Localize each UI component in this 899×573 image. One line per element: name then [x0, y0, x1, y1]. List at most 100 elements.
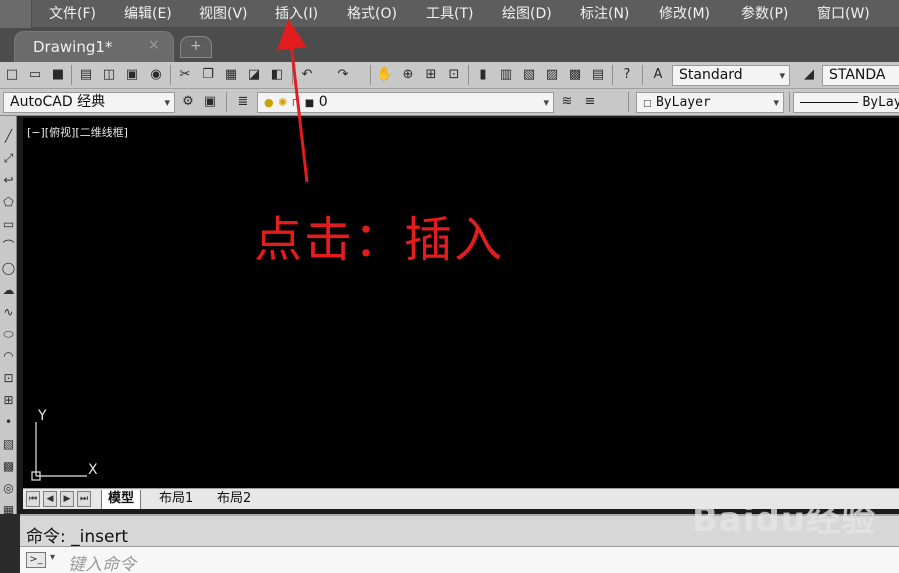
chevron-down-icon: ▾	[779, 69, 785, 82]
plot-preview-icon[interactable]: ◫	[100, 66, 118, 84]
app-menu-corner[interactable]	[0, 0, 32, 28]
redo-icon[interactable]: ↷	[334, 66, 352, 84]
chevron-down-icon[interactable]: ▾	[50, 552, 55, 563]
tab-layout1[interactable]: 布局1	[153, 490, 199, 509]
last-layout-icon[interactable]: ⏭	[77, 491, 91, 507]
rectangle-icon[interactable]: ▭	[0, 214, 17, 234]
menu-dimension[interactable]: 标注(N)	[580, 4, 629, 24]
tool-palettes-icon[interactable]: ▧	[520, 66, 538, 84]
draw-toolbar: ╱ ⤢ ↩ ⬠ ▭ ⌒ ◯ ☁ ∿ ⬭ ◠ ⊡ ⊞ • ▧ ▩ ◎ ▦	[0, 116, 17, 517]
command-history-text: 命令: _insert	[26, 527, 129, 547]
color-select[interactable]: □ ByLayer ▾	[636, 92, 784, 113]
polygon-icon[interactable]: ⬠	[0, 192, 17, 212]
linetype-select[interactable]: ByLay	[793, 92, 899, 113]
chevron-down-icon: ▾	[543, 96, 549, 109]
design-center-icon[interactable]: ▥	[497, 66, 515, 84]
sun-icon: ✺	[278, 96, 288, 109]
layer-previous-icon[interactable]: ≡	[581, 93, 599, 111]
copy-icon[interactable]: ❐	[199, 66, 217, 84]
color-value: ByLayer	[655, 95, 711, 110]
command-line-grip[interactable]	[0, 514, 20, 573]
layers-toolbar: AutoCAD 经典 ▾ ⚙ ▣ ≣ ● ✺ ⊓ ■ 0 ▾ ≋ ≡ □ ByL…	[0, 89, 899, 116]
make-current-layer-icon[interactable]: ≋	[558, 93, 576, 111]
dim-style-icon[interactable]: ◢	[800, 66, 818, 84]
prev-layout-icon[interactable]: ◀	[43, 491, 57, 507]
text-style-select[interactable]: Standard ▾	[672, 65, 790, 86]
block-editor-icon[interactable]: ◧	[268, 66, 286, 84]
text-style-icon[interactable]: A	[649, 66, 667, 84]
next-layout-icon[interactable]: ▶	[60, 491, 74, 507]
layer-properties-icon[interactable]: ≣	[234, 93, 252, 111]
arc-icon[interactable]: ⌒	[0, 236, 17, 256]
new-file-icon[interactable]: □	[3, 66, 21, 84]
tab-model[interactable]: 模型	[101, 490, 142, 509]
properties-icon[interactable]: ▮	[474, 66, 492, 84]
toolbar-divider	[789, 92, 790, 112]
menu-view[interactable]: 视图(V)	[199, 4, 248, 24]
zoom-window-icon[interactable]: ⊞	[422, 66, 440, 84]
tab-layout2[interactable]: 布局2	[211, 490, 257, 509]
help-icon[interactable]: ?	[618, 66, 636, 84]
calculator-icon[interactable]: ▤	[589, 66, 607, 84]
plus-icon: +	[190, 38, 202, 54]
menu-bar: 文件(F) 编辑(E) 视图(V) 插入(I) 格式(O) 工具(T) 绘图(D…	[0, 0, 899, 28]
print-icon[interactable]: ▤	[77, 66, 95, 84]
markup-icon[interactable]: ▩	[566, 66, 584, 84]
workspace-value: AutoCAD 经典	[10, 94, 106, 110]
baidu-watermark-url: jingyan.baidu.com	[690, 531, 820, 547]
polyline-icon[interactable]: ↩	[0, 170, 17, 190]
plot-3d-icon[interactable]: ◉	[147, 66, 165, 84]
ellipse-arc-icon[interactable]: ◠	[0, 346, 17, 366]
zoom-previous-icon[interactable]: ⊡	[445, 66, 463, 84]
command-prompt-icon[interactable]: >_	[26, 552, 46, 568]
command-line[interactable]: >_ ▾ 键入命令	[20, 546, 899, 573]
paste-icon[interactable]: ▦	[222, 66, 240, 84]
menu-draw[interactable]: 绘图(D)	[502, 4, 552, 24]
hatch-icon[interactable]: ▧	[0, 434, 17, 454]
menu-file[interactable]: 文件(F)	[49, 4, 96, 24]
menu-edit[interactable]: 编辑(E)	[124, 4, 172, 24]
menu-parametric[interactable]: 参数(P)	[741, 4, 788, 24]
close-icon[interactable]: ×	[148, 37, 160, 53]
cut-icon[interactable]: ✂	[176, 66, 194, 84]
ellipse-icon[interactable]: ⬭	[0, 324, 17, 344]
save-icon[interactable]: ■	[49, 66, 67, 84]
viewport-controls-label[interactable]: [−][俯视][二维线框]	[27, 124, 128, 140]
circle-icon[interactable]: ◯	[0, 258, 17, 278]
sheet-set-icon[interactable]: ▨	[543, 66, 561, 84]
line-icon[interactable]: ╱	[0, 126, 17, 146]
file-tab-bar: Drawing1* × +	[0, 28, 899, 62]
match-properties-icon[interactable]: ◪	[245, 66, 263, 84]
workspace-settings-icon[interactable]: ⚙	[179, 93, 197, 111]
menu-format[interactable]: 格式(O)	[347, 4, 397, 24]
construction-line-icon[interactable]: ⤢	[0, 148, 17, 168]
zoom-realtime-icon[interactable]: ⊕	[399, 66, 417, 84]
revision-cloud-icon[interactable]: ☁	[0, 280, 17, 300]
layer-select[interactable]: ● ✺ ⊓ ■ 0 ▾	[257, 92, 554, 113]
spline-icon[interactable]: ∿	[0, 302, 17, 322]
dim-style-select[interactable]: STANDA	[822, 65, 899, 86]
layer-value: 0	[318, 94, 328, 110]
bulb-icon: ●	[264, 96, 274, 109]
make-block-icon[interactable]: ⊞	[0, 390, 17, 410]
new-tab-button[interactable]: +	[180, 36, 212, 58]
insert-block-icon[interactable]: ⊡	[0, 368, 17, 388]
gradient-icon[interactable]: ▩	[0, 456, 17, 476]
first-layout-icon[interactable]: ⏮	[26, 491, 40, 507]
tab-drawing1[interactable]: Drawing1* ×	[14, 31, 174, 62]
menu-modify[interactable]: 修改(M)	[659, 4, 710, 24]
linetype-preview	[800, 101, 858, 103]
menu-tools[interactable]: 工具(T)	[426, 4, 473, 24]
workspace-select[interactable]: AutoCAD 经典 ▾	[3, 92, 175, 113]
drawing-canvas[interactable]	[23, 118, 899, 488]
menu-window[interactable]: 窗口(W)	[817, 4, 870, 24]
publish-icon[interactable]: ▣	[123, 66, 141, 84]
customize-icon[interactable]: ▣	[201, 93, 219, 111]
open-file-icon[interactable]: ▭	[26, 66, 44, 84]
undo-icon[interactable]: ↶	[298, 66, 316, 84]
point-icon[interactable]: •	[0, 412, 17, 432]
region-icon[interactable]: ◎	[0, 478, 17, 498]
pan-icon[interactable]: ✋	[376, 66, 394, 84]
toolbar-divider	[612, 65, 613, 85]
menu-insert[interactable]: 插入(I)	[275, 4, 318, 24]
